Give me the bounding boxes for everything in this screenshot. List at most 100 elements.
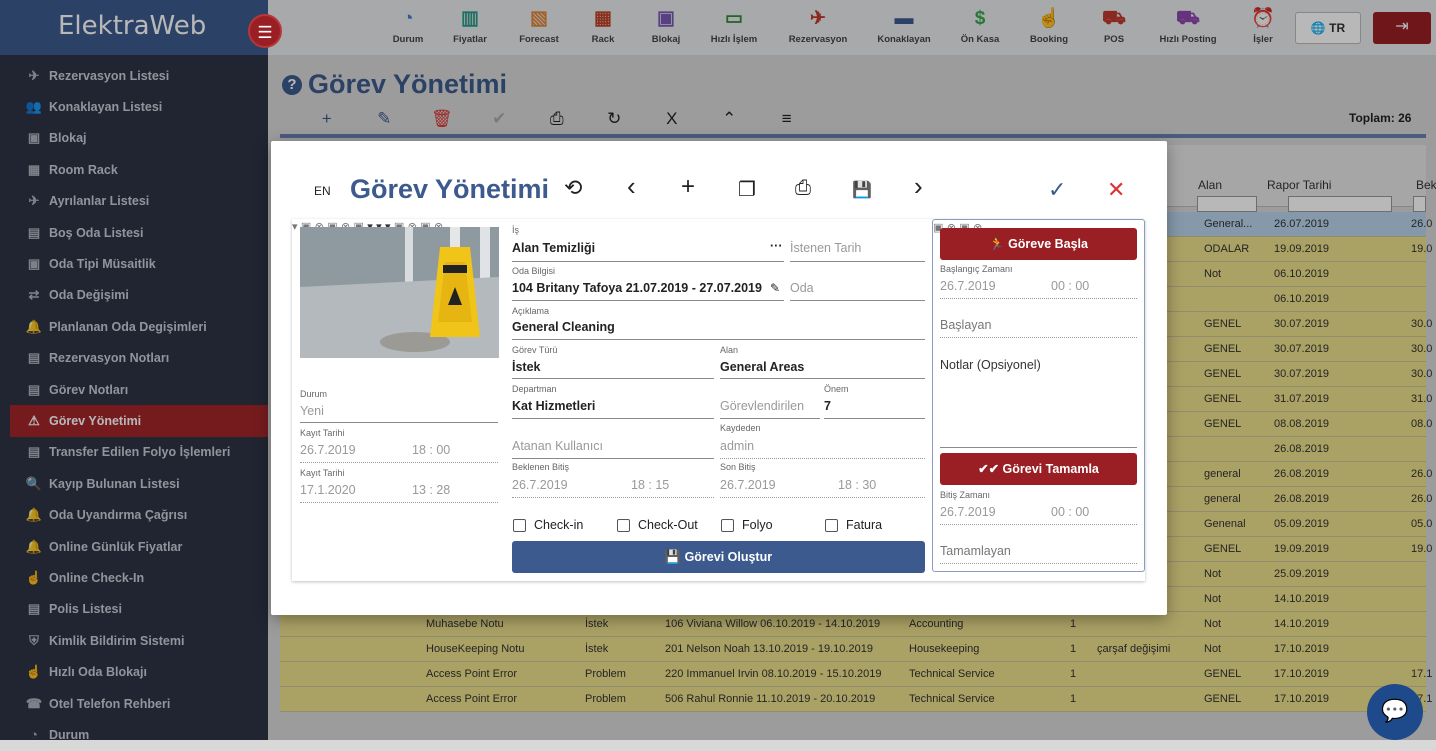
chevron-down-icon[interactable]: ▾ <box>292 221 298 233</box>
chat-bubble-icon[interactable]: 💬 <box>1367 684 1423 740</box>
more-icon[interactable]: ··· <box>770 239 783 253</box>
checkbox-label: Check-Out <box>638 518 698 532</box>
close-icon[interactable]: ✕ <box>1107 177 1125 203</box>
baslangic-label: Başlangıç Zamanı <box>940 264 1013 274</box>
add-icon[interactable]: + <box>681 173 695 201</box>
kayit-tarihi-2-underline <box>300 502 498 503</box>
kayit-tarihi-2-label: Kayıt Tarihi <box>300 468 345 478</box>
checkbox-check-out[interactable]: Check-Out <box>617 518 698 532</box>
notes-underline <box>940 447 1137 448</box>
checkbox-box[interactable] <box>513 518 526 532</box>
checkbox-box[interactable] <box>825 518 838 532</box>
kaydeden-label: Kaydeden <box>720 423 761 433</box>
bitis-underline <box>940 524 1137 525</box>
istenen-tarih-field[interactable]: İstenen Tarih <box>790 241 861 255</box>
bitis-label: Bitiş Zamanı <box>940 490 991 500</box>
son-bitis-label: Son Bitiş <box>720 462 756 472</box>
checkbox-label: Check-in <box>534 518 584 532</box>
task-dialog: EN Görev Yönetimi ⟲ ‹ + ❐ ⎙ 💾 › ✓ ✕ Duru… <box>271 141 1167 615</box>
previous-icon[interactable]: ‹ <box>627 171 636 202</box>
oda-underline <box>790 300 925 301</box>
onem-label: Önem <box>824 384 849 394</box>
create-task-label: Görevi Oluştur <box>684 550 773 564</box>
confirm-icon[interactable]: ✓ <box>1048 177 1066 203</box>
istenen-tarih-underline <box>790 261 925 262</box>
beklenen-bitis-date[interactable]: 26.7.2019 <box>512 478 568 492</box>
double-check-icon: ✔✔ <box>978 462 1000 476</box>
beklenen-bitis-label: Beklenen Bitiş <box>512 462 570 472</box>
gorevlendirilen-underline <box>720 418 820 419</box>
aciklama-field[interactable]: General Cleaning <box>512 320 615 334</box>
task-photo <box>300 227 499 358</box>
history-icon[interactable]: ⟲ <box>564 175 582 201</box>
oda-bilgisi-underline <box>512 300 784 301</box>
is-label: İş <box>512 225 520 235</box>
gorev-turu-select[interactable]: İstek <box>512 360 541 374</box>
alan-underline <box>720 378 925 379</box>
beklenen-bitis-underline <box>512 497 714 498</box>
print-icon[interactable]: ⎙ <box>795 177 811 200</box>
edit-icon[interactable]: ✎ <box>770 281 780 295</box>
menu-toggle-icon[interactable]: ☰ <box>248 14 282 48</box>
oda-bilgisi-field[interactable]: 104 Britany Tafoya 21.07.2019 - 27.07.20… <box>512 281 762 295</box>
save-icon[interactable]: 💾 <box>852 180 872 200</box>
kayit-tarihi-underline <box>300 462 498 463</box>
departman-label: Departman <box>512 384 557 394</box>
baslangic-time[interactable]: 00 : 00 <box>1051 279 1089 293</box>
start-task-label: Göreve Başla <box>1008 237 1088 251</box>
kayit-tarihi-date[interactable]: 26.7.2019 <box>300 443 356 457</box>
aciklama-label: Açıklama <box>512 306 550 316</box>
alan-label: Alan <box>720 345 739 355</box>
tamamlayan-field[interactable]: Tamamlayan <box>940 544 1011 558</box>
start-task-button[interactable]: 🏃 Göreve Başla <box>940 228 1137 260</box>
oda-bilgisi-label: Oda Bilgisi <box>512 266 556 276</box>
running-icon: 🏃 <box>989 237 1005 251</box>
checkbox-box[interactable] <box>721 518 734 532</box>
durum-label: Durum <box>300 389 328 399</box>
son-bitis-underline <box>720 497 925 498</box>
gorevlendirilen-field[interactable]: Görevlendirilen <box>720 399 804 413</box>
create-task-button[interactable]: 💾 Görevi Oluştur <box>512 541 925 573</box>
gorev-turu-underline <box>512 378 714 379</box>
departman-underline <box>512 418 714 419</box>
next-icon[interactable]: › <box>914 171 923 202</box>
oda-field[interactable]: Oda <box>790 281 814 295</box>
onem-select[interactable]: 7 <box>824 399 831 413</box>
onem-underline <box>824 418 925 419</box>
checkbox-box[interactable] <box>617 518 630 532</box>
checkbox-folyo[interactable]: Folyo <box>721 518 773 532</box>
checkbox-fatura[interactable]: Fatura <box>825 518 882 532</box>
checkbox-label: Folyo <box>742 518 773 532</box>
baslangic-date[interactable]: 26.7.2019 <box>940 279 996 293</box>
atanan-kullanici-field[interactable]: Atanan Kullanıcı <box>512 439 603 453</box>
bitis-date[interactable]: 26.7.2019 <box>940 505 996 519</box>
is-underline <box>512 261 784 262</box>
aciklama-underline <box>512 339 925 340</box>
kayit-tarihi-time[interactable]: 18 : 00 <box>412 443 450 457</box>
is-field[interactable]: Alan Temizliği <box>512 241 595 255</box>
alan-field[interactable]: General Areas <box>720 360 804 374</box>
bitis-time[interactable]: 00 : 00 <box>1051 505 1089 519</box>
gorev-turu-label: Görev Türü <box>512 345 558 355</box>
baslangic-underline <box>940 298 1137 299</box>
durum-select[interactable]: Yeni <box>300 404 324 418</box>
notes-textarea[interactable]: Notlar (Opsiyonel) <box>940 358 1041 372</box>
complete-task-label: Görevi Tamamla <box>1002 462 1099 476</box>
durum-underline <box>300 422 498 423</box>
kaydeden-field: admin <box>720 439 755 453</box>
complete-task-button[interactable]: ✔✔ Görevi Tamamla <box>940 453 1137 485</box>
copy-icon[interactable]: ❐ <box>738 177 756 202</box>
kayit-tarihi-2-time[interactable]: 13 : 28 <box>412 483 450 497</box>
kayit-tarihi-2-date[interactable]: 17.1.2020 <box>300 483 356 497</box>
baslayan-field[interactable]: Başlayan <box>940 318 991 332</box>
departman-select[interactable]: Kat Hizmetleri <box>512 399 595 413</box>
son-bitis-time[interactable]: 18 : 30 <box>838 478 876 492</box>
atanan-underline <box>512 458 714 459</box>
son-bitis-date[interactable]: 26.7.2019 <box>720 478 776 492</box>
beklenen-bitis-time[interactable]: 18 : 15 <box>631 478 669 492</box>
task-form: Durum Yeni ▾ Kayıt Tarihi 26.7.2019 ▣ 18… <box>292 219 1145 581</box>
dialog-language[interactable]: EN <box>314 184 331 198</box>
checkbox-check-in[interactable]: Check-in <box>513 518 583 532</box>
tamamlayan-underline <box>940 563 1137 564</box>
kayit-tarihi-label: Kayıt Tarihi <box>300 428 345 438</box>
